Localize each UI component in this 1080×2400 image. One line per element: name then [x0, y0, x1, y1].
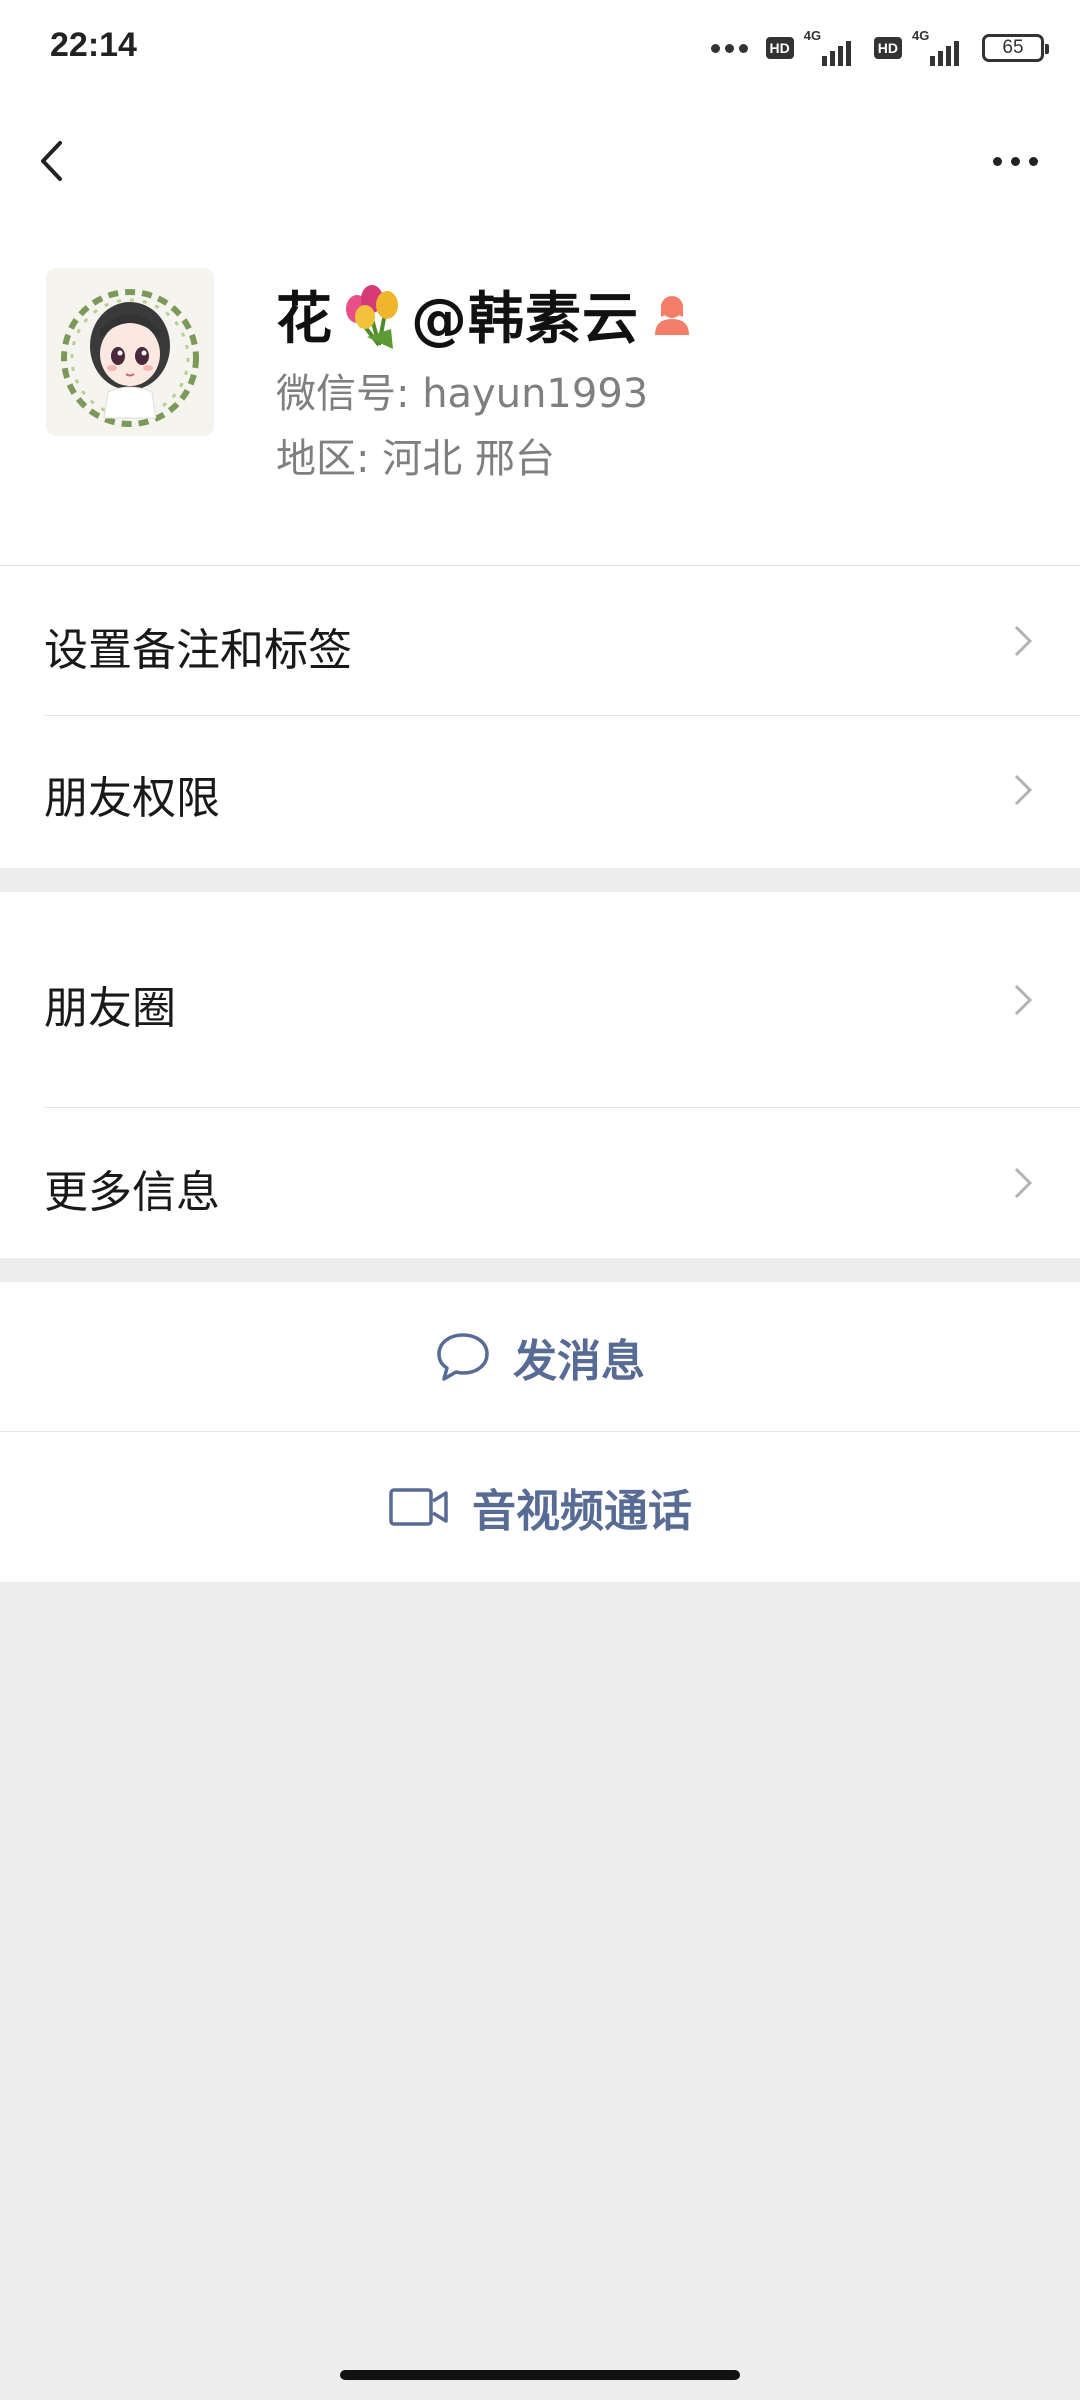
- chevron-right-icon: [1014, 625, 1033, 657]
- send-message-button[interactable]: 发消息: [0, 1282, 1080, 1432]
- avatar-illustration: [46, 268, 214, 436]
- hd-badge: HD: [765, 37, 794, 59]
- more-options-button[interactable]: [980, 136, 1050, 186]
- network-type-label: 4G: [803, 28, 822, 43]
- chevron-left-icon: [41, 141, 62, 181]
- signal-icon-2: 4G: [912, 28, 972, 68]
- signal-icon: 4G: [804, 28, 864, 68]
- chevron-right-icon: [1014, 1167, 1033, 1199]
- settings-group: 设置备注和标签 朋友权限: [0, 566, 1080, 868]
- name-suffix: @韩素云: [411, 287, 639, 352]
- tulip-emoji-icon: [346, 284, 398, 349]
- region: 地区: 河北 邢台: [276, 436, 555, 482]
- status-time: 22:14: [50, 26, 137, 64]
- profile-card: 花 @韩素云 微信号: hayun1993 地区: 河北 邢台: [0, 226, 1080, 566]
- female-gender-icon: [655, 295, 689, 335]
- home-indicator[interactable]: [340, 2370, 740, 2380]
- remark-tags-label: 设置备注和标签: [44, 625, 352, 676]
- ellipsis-icon: [992, 156, 1002, 166]
- wechat-id: 微信号: hayun1993: [276, 371, 649, 417]
- name-prefix: 花: [276, 287, 333, 352]
- video-call-label: 音视频通话: [472, 1486, 692, 1537]
- status-icons: HD 4G HD 4G 65: [710, 28, 1049, 68]
- more-info-label: 更多信息: [44, 1167, 220, 1218]
- info-group: 朋友圈 更多信息: [0, 892, 1080, 1258]
- notification-dots-icon: [710, 43, 748, 53]
- back-button[interactable]: [30, 126, 90, 196]
- profile-name: 花 @韩素云: [276, 274, 693, 355]
- hd-badge-2: HD: [873, 37, 902, 59]
- moments-label: 朋友圈: [44, 983, 176, 1034]
- chevron-right-icon: [1014, 984, 1033, 1016]
- status-bar: 22:14 HD 4G HD 4G 65: [0, 0, 1080, 96]
- moments-row[interactable]: 朋友圈: [0, 892, 1080, 1108]
- battery-level: 65: [1002, 37, 1024, 58]
- chevron-right-icon: [1014, 774, 1033, 806]
- remark-tags-row[interactable]: 设置备注和标签: [0, 566, 1080, 716]
- network-type-label-2: 4G: [912, 28, 930, 43]
- video-camera-icon: [389, 1488, 448, 1526]
- send-message-label: 发消息: [513, 1335, 645, 1387]
- more-info-row[interactable]: 更多信息: [0, 1108, 1080, 1258]
- top-nav-bar: [0, 96, 1080, 226]
- video-call-button[interactable]: 音视频通话: [0, 1432, 1080, 1582]
- friend-permissions-label: 朋友权限: [44, 773, 220, 824]
- battery-icon: 65: [982, 34, 1049, 62]
- avatar[interactable]: [46, 268, 214, 436]
- friend-permissions-row[interactable]: 朋友权限: [0, 716, 1080, 868]
- chat-bubble-icon: [437, 1332, 489, 1381]
